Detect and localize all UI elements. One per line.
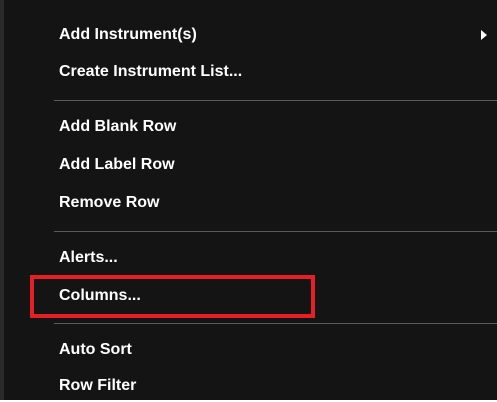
menu-item-row-filter[interactable]: Row Filter bbox=[59, 370, 487, 402]
menu-item-label: Add Label Row bbox=[59, 156, 175, 173]
context-menu: Add Instrument(s) Create Instrument List… bbox=[0, 0, 497, 400]
menu-item-remove-row[interactable]: Remove Row bbox=[59, 187, 487, 219]
menu-item-label: Add Instrument(s) bbox=[59, 26, 197, 43]
menu-item-auto-sort[interactable]: Auto Sort bbox=[59, 334, 487, 366]
menu-item-label: Alerts... bbox=[59, 249, 118, 266]
menu-item-add-blank-row[interactable]: Add Blank Row bbox=[59, 111, 487, 143]
menu-separator bbox=[54, 100, 497, 101]
menu-item-columns[interactable]: Columns... bbox=[59, 280, 487, 312]
menu-item-label: Auto Sort bbox=[59, 341, 132, 358]
menu-item-alerts[interactable]: Alerts... bbox=[59, 242, 487, 274]
menu-item-create-instrument-list[interactable]: Create Instrument List... bbox=[59, 56, 487, 88]
menu-item-label: Remove Row bbox=[59, 194, 160, 211]
menu-item-label: Row Filter bbox=[59, 377, 137, 394]
chevron-right-icon bbox=[481, 30, 487, 40]
menu-item-add-label-row[interactable]: Add Label Row bbox=[59, 149, 487, 181]
menu-item-label: Create Instrument List... bbox=[59, 63, 243, 80]
menu-item-label: Columns... bbox=[59, 287, 141, 304]
menu-item-label: Add Blank Row bbox=[59, 118, 177, 135]
menu-item-add-instruments[interactable]: Add Instrument(s) bbox=[59, 19, 487, 51]
menu-separator bbox=[54, 323, 497, 324]
menu-separator bbox=[54, 231, 497, 232]
